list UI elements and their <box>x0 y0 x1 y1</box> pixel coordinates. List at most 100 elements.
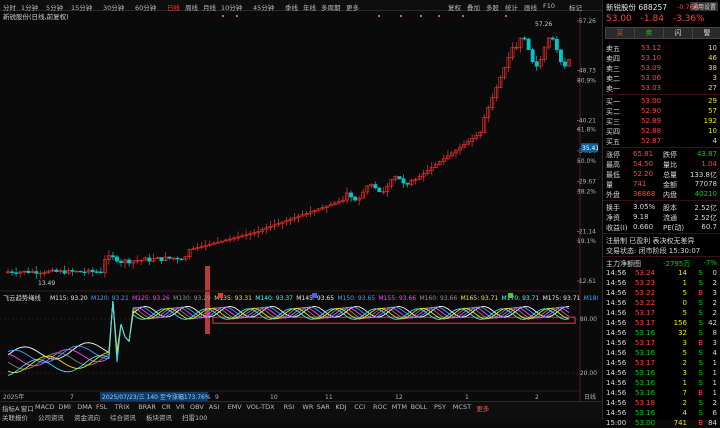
candle-body-86 <box>353 196 358 201</box>
tick-row-7-cell-1: 53.17 <box>635 339 656 347</box>
info-tab-3[interactable]: 综合资讯 <box>110 412 136 422</box>
tick-row-0: 14:56 53.24 14 S 0 <box>603 268 720 278</box>
tick-row-14-cell-2: 4 <box>682 409 687 417</box>
quote-button-0[interactable]: 买 <box>605 27 635 39</box>
price-axis-label-3: 40.21 <box>579 117 596 124</box>
tick-row-8-cell-4: 4 <box>712 349 717 357</box>
ask-row-3-cell-1: 53.06 <box>641 74 662 82</box>
indicator-tab-7[interactable]: BRAR <box>138 403 156 411</box>
bid-row-3-cell-1: 52.88 <box>641 127 662 135</box>
price-axis-label-10: 19.1% <box>577 238 596 245</box>
indicator-tab-3[interactable]: DMI <box>58 403 71 411</box>
tick-row-8-cell-0: 14:56 <box>606 349 627 357</box>
bid-row-0: 买一 53.00 29 <box>603 96 720 106</box>
tick-row-10-cell-4: 1 <box>712 369 717 377</box>
indicator-tab-19[interactable]: ROC <box>373 403 387 411</box>
indicator-tab-12[interactable]: EMV <box>228 403 242 411</box>
price-axis-label-6: 50.0% <box>577 158 596 165</box>
indicator-tab-20[interactable]: MTM <box>392 403 407 411</box>
price-axis-label-11: 12.61 <box>579 278 596 285</box>
tick-row-12-cell-0: 14:56 <box>606 389 627 397</box>
divider <box>603 256 720 257</box>
info-tab-0[interactable]: 关联报价 <box>2 412 28 422</box>
bid-row-2-cell-2: 192 <box>703 117 717 125</box>
ask-row-2: 卖三 53.09 38 <box>603 63 720 73</box>
tick-row-2-cell-2: 5 <box>682 289 687 297</box>
tick-row-1-cell-1: 53.23 <box>635 279 656 287</box>
bid-row-1-cell-2: 57 <box>708 107 717 115</box>
finance-row-1-cell-1: 9.18 <box>633 213 649 221</box>
candle-body-130 <box>530 49 535 62</box>
tick-row-5-cell-1: 53.17 <box>635 319 656 327</box>
indicator-tab-2[interactable]: MACD <box>35 403 54 411</box>
tick-row-4-cell-0: 14:56 <box>606 309 627 317</box>
indicator-signal-1 <box>312 293 317 298</box>
tick-row-1-cell-0: 14:56 <box>606 279 627 287</box>
indicator-tab-9[interactable]: VR <box>176 403 185 411</box>
indicator-tab-6[interactable]: TRIX <box>115 403 130 411</box>
tick-row-1-cell-3: S <box>698 279 703 287</box>
indicator-value-7: M150: 93.65 <box>337 295 375 302</box>
tick-row-3-cell-2: 0 <box>682 299 687 307</box>
info-tab-1[interactable]: 公司资讯 <box>38 412 64 422</box>
indicator-tab-18[interactable]: CCI <box>354 403 365 411</box>
signal-dot-6 <box>462 15 464 17</box>
indicator-tab-21[interactable]: BOLL <box>411 403 428 411</box>
quote-button-2[interactable]: 闪 <box>663 27 693 39</box>
info-tab-5[interactable]: 扫雷100 <box>182 412 207 422</box>
quote-button-1[interactable]: 卖 <box>634 27 664 39</box>
ask-row-2-cell-2: 38 <box>708 64 717 72</box>
tick-row-12-cell-2: 7 <box>682 389 687 397</box>
tick-row-11-cell-4: 1 <box>712 379 717 387</box>
bid-row-1: 买二 52.90 57 <box>603 106 720 116</box>
tick-row-13-cell-4: 2 <box>712 399 717 407</box>
tick-row-0-cell-1: 53.24 <box>635 269 656 277</box>
ask-row-4: 卖一 53.03 27 <box>603 83 720 93</box>
bid-row-4: 买五 52.87 4 <box>603 136 720 146</box>
tick-row-10-cell-0: 14:56 <box>606 369 627 377</box>
indicator-tab-16[interactable]: SAR <box>317 403 330 411</box>
finance-row-2: 收益(I) 0.660 PE(动) 60.7 <box>603 222 720 232</box>
candle-body-2 <box>14 272 19 274</box>
indicator-tab-15[interactable]: WR <box>302 403 313 411</box>
indicator-tab-17[interactable]: KDJ <box>335 403 346 411</box>
signal-dot-3 <box>400 15 402 17</box>
high-price-label: 57.26 <box>535 21 552 28</box>
candle-body-40 <box>167 256 172 259</box>
indicator-tab-22[interactable]: PSY <box>434 403 446 411</box>
tool-5[interactable]: F10 <box>543 2 555 10</box>
indicator-tab-10[interactable]: OBV <box>190 403 204 411</box>
indicator-tab-13[interactable]: VOL-TDX <box>246 403 274 411</box>
bid-row-0-cell-1: 53.00 <box>641 97 662 105</box>
tick-row-9-cell-4: 1 <box>712 359 717 367</box>
tick-row-12-cell-1: 53.16 <box>635 389 656 397</box>
indicator-tab-4[interactable]: DMA <box>77 403 92 411</box>
tick-row-4-cell-4: 2 <box>712 309 717 317</box>
tick-row-14-cell-4: 6 <box>712 409 717 417</box>
quote-button-3[interactable]: 警 <box>692 27 720 39</box>
tick-row-15-cell-2: 741 <box>673 419 687 427</box>
signal-dot-7 <box>505 15 507 17</box>
info-tab-2[interactable]: 资金流向 <box>74 412 100 422</box>
indicator-tabs: 指标A 窗口 MACD DMI DMA FSL TRIX BRAR CR VR OBV ASI EMV V… <box>0 401 602 422</box>
tick-row-8: 14:56 53.16 5 S 4 <box>603 348 720 358</box>
kline-chart[interactable]: 57.2648.7380.9%40.2161.8%34.9450.0%29.67… <box>0 11 622 401</box>
indicator-tab-14[interactable]: RSI <box>284 403 295 411</box>
indicator-tab-5[interactable]: FSL <box>96 403 107 411</box>
finance-row-2-cell-0: 收益(I) <box>606 224 628 232</box>
indicator-value-8: M155: 93.66 <box>378 295 416 302</box>
tick-row-9-cell-1: 53.17 <box>635 359 656 367</box>
tick-row-7-cell-3: B <box>698 339 703 347</box>
date-label-0: 2025年 <box>3 393 24 401</box>
indicator-tab-8[interactable]: CR <box>162 403 171 411</box>
info-tab-4[interactable]: 板块资讯 <box>146 412 172 422</box>
ask-row-0-cell-1: 53.12 <box>641 44 662 52</box>
indicator-axis-80: 80.00 <box>580 316 597 323</box>
tick-row-0-cell-2: 14 <box>678 269 687 277</box>
indicator-tab-11[interactable]: ASI <box>209 403 220 411</box>
chart-area[interactable]: 57.2648.7380.9%40.2161.8%34.9450.0%29.67… <box>0 11 622 401</box>
bid-row-3: 买四 52.88 10 <box>603 126 720 136</box>
indicator-tab-23[interactable]: MCST <box>453 403 471 411</box>
candle-body-128 <box>522 37 527 40</box>
tag-row: 注册制 已盈利 表决权无差异 <box>603 235 720 245</box>
